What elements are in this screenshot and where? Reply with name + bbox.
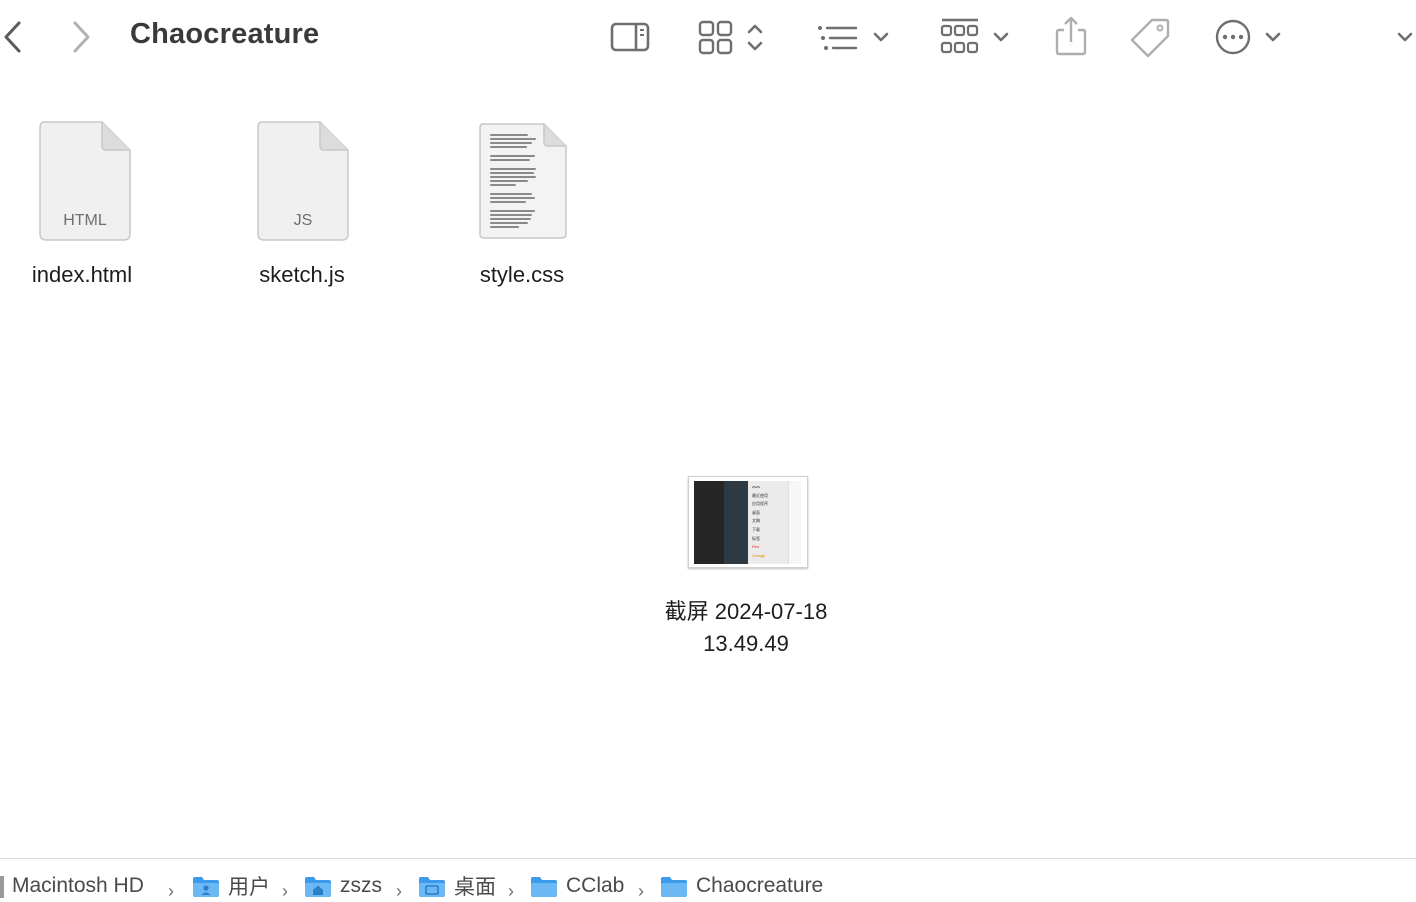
path-item-home[interactable]: zszs [304,871,382,901]
more-actions-button[interactable] [1212,16,1288,58]
forward-button[interactable] [68,18,94,56]
file-item[interactable]: HTML index.html [0,76,170,306]
file-name: sketch.js [259,262,345,287]
tag-button[interactable] [1128,16,1172,58]
file-kind-label: JS [293,212,313,229]
path-separator-icon: › [396,881,402,901]
view-mode-button[interactable] [696,18,772,58]
chevron-right-icon [73,21,90,53]
path-separator-icon: › [168,881,174,901]
path-item-cclab[interactable]: CClab [530,871,624,901]
file-name: index.html [31,262,133,287]
text-preview [490,134,554,230]
html-document-icon: HTML [38,120,132,242]
file-item[interactable]: JS sketch.js [220,76,390,306]
file-item[interactable]: style.css [440,76,610,306]
css-document-icon [478,122,568,240]
file-area: HTML index.html JS sketch.js style.css z… [0,76,1416,858]
window-title: Chaocreature [130,18,320,50]
ellipsis-circle-icon [1215,19,1281,55]
thumbnail-sidebar: zszs 最近使用 应用程序 桌面 文稿 下载 标签 Red Orange [748,481,788,564]
share-icon [1055,16,1087,56]
js-document-icon: JS [256,120,350,242]
toolbar-overflow-button[interactable] [1394,24,1416,52]
share-button[interactable] [1052,14,1090,58]
file-kind-label: HTML [63,212,107,229]
toolbar: Chaocreature [0,0,1416,76]
path-separator-icon: › [508,881,514,901]
file-name: style.css [479,262,565,287]
path-item-desktop[interactable]: 桌面 [418,871,496,901]
file-name: 截屏 2024-07-18 13.49.49 [664,599,828,656]
path-item-users[interactable]: 用户 [192,871,270,901]
path-item-chaocreature[interactable]: Chaocreature [660,871,823,901]
group-button[interactable] [938,16,1014,58]
chevron-down-icon [1397,32,1413,42]
path-separator-icon: › [638,881,644,901]
hard-drive-icon [0,876,4,898]
chevron-left-icon [4,21,21,53]
path-bar: Macintosh HD › 用户 › zszs › 桌面 › CClab › … [0,858,1416,901]
back-button[interactable] [0,18,26,56]
icon-grid-view-icon [698,20,763,55]
sort-button[interactable] [814,18,894,58]
screenshot-thumbnail: zszs 最近使用 应用程序 桌面 文稿 下载 标签 Red Orange [688,476,808,568]
list-sort-icon [818,26,889,50]
tag-icon [1130,18,1170,58]
group-grid-icon [940,18,1009,54]
path-item-macintosh-hd[interactable]: Macintosh HD [0,871,144,901]
sidebar-toggle-button[interactable] [608,18,652,56]
sidebar-toggle-icon [610,22,650,52]
path-separator-icon: › [282,881,288,901]
